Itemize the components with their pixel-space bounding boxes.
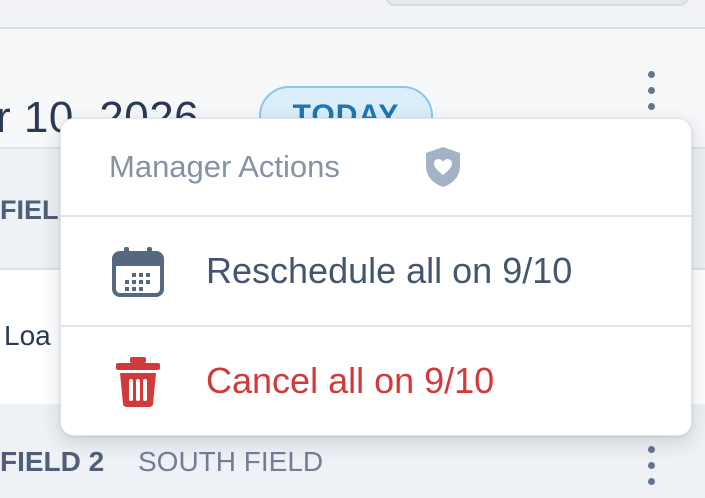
field-name: FIELD 2 xyxy=(0,446,105,477)
reschedule-all-label: Reschedule all on 9/10 xyxy=(206,250,573,291)
column-header-field: FIEL xyxy=(0,195,59,225)
row-text: Loa xyxy=(4,320,51,351)
cancel-all-item[interactable]: Cancel all on 9/10 xyxy=(61,327,691,435)
field-location: SOUTH FIELD xyxy=(138,446,324,477)
top-bar xyxy=(0,0,705,29)
manager-actions-menu: Manager Actions Reschedule all on 9/10 C… xyxy=(60,118,692,436)
reschedule-all-item[interactable]: Reschedule all on 9/10 xyxy=(61,217,691,327)
calendar-icon xyxy=(112,247,164,297)
menu-header: Manager Actions xyxy=(61,119,691,217)
date-more-icon[interactable] xyxy=(643,69,659,115)
cancel-all-label: Cancel all on 9/10 xyxy=(206,360,495,401)
field-more-icon[interactable] xyxy=(643,444,659,490)
top-search-pill[interactable] xyxy=(385,0,689,6)
trash-icon xyxy=(116,357,160,407)
menu-title: Manager Actions xyxy=(109,149,340,184)
shield-heart-icon xyxy=(426,147,460,187)
